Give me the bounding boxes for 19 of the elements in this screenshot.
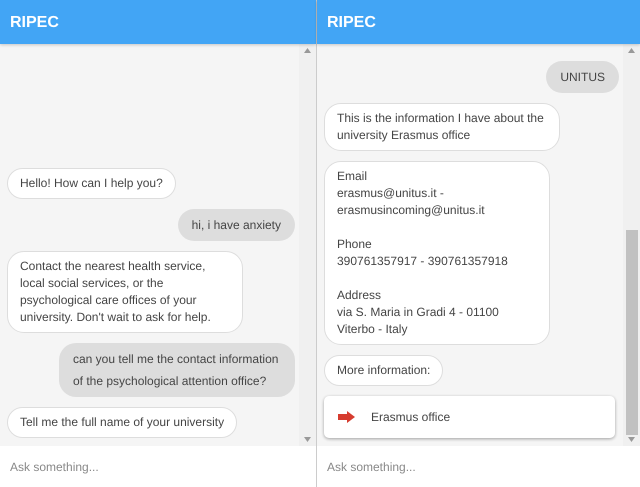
scroll-down-icon[interactable] — [628, 437, 635, 442]
link-card[interactable]: Erasmus office — [324, 396, 615, 438]
arrow-icon — [338, 411, 355, 423]
bot-message: Email erasmus@unitus.it - erasmusincoming@unitus.it Phone 390761357917 - 390761357918 Address via S. Maria in Gradi 4 - 01100 Viterbo - Italy — [324, 161, 550, 345]
app-title: RIPEC — [317, 0, 640, 44]
app-title: RIPEC — [0, 0, 316, 44]
scroll-down-icon[interactable] — [304, 437, 311, 442]
bot-message: More information: — [324, 355, 444, 386]
user-message: can you tell me the contact information of the psychological attention office? — [59, 343, 295, 397]
user-message: UNITUS — [546, 61, 619, 93]
bot-message: Tell me the full name of your university — [7, 407, 238, 438]
scrollbar[interactable] — [623, 44, 640, 446]
bot-message: Contact the nearest health service, local social services, or the psychological care offices of your university. Don't wait to ask for help. — [7, 251, 243, 333]
scroll-up-icon[interactable] — [304, 48, 311, 53]
scrollbar[interactable] — [299, 44, 316, 446]
bot-message: Hello! How can I help you? — [7, 168, 176, 199]
bot-message: This is the information I have about the university Erasmus office — [324, 103, 560, 151]
user-message: hi, i have anxiety — [178, 209, 295, 241]
scroll-up-icon[interactable] — [628, 48, 635, 53]
